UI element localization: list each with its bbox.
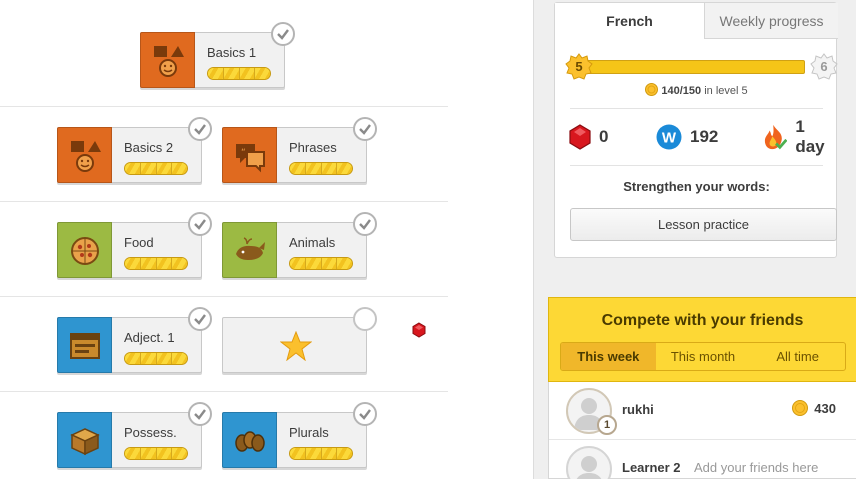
row-divider bbox=[0, 391, 448, 392]
current-level-number: 5 bbox=[575, 59, 583, 74]
compete-title: Compete with your friends bbox=[601, 312, 804, 329]
tab-all-time[interactable]: All time bbox=[750, 343, 845, 370]
flame-icon bbox=[764, 124, 788, 150]
compete-header: Compete with your friends This week This… bbox=[548, 297, 856, 382]
tab-this-month[interactable]: This month bbox=[656, 343, 751, 370]
skill-basics-2[interactable]: Basics 2 bbox=[57, 117, 212, 183]
coin-icon bbox=[792, 400, 809, 416]
check-icon bbox=[188, 212, 212, 236]
check-icon bbox=[271, 22, 295, 46]
words-count: W 192 bbox=[656, 122, 718, 152]
skill-label: Basics 1 bbox=[207, 45, 257, 60]
skill-adjectives[interactable]: Adject. 1 bbox=[57, 307, 212, 373]
friend-name: Learner 2 bbox=[622, 460, 681, 475]
next-level-badge: 6 bbox=[810, 53, 838, 81]
strength-bar bbox=[124, 257, 188, 270]
skill-label: Animals bbox=[289, 235, 336, 250]
strengthen-label: Strengthen your words: bbox=[623, 179, 770, 194]
check-icon bbox=[353, 402, 377, 426]
xp-progress: 140/150 in level 5 bbox=[555, 83, 838, 97]
strength-bar bbox=[289, 162, 353, 175]
friend-xp: 430 bbox=[792, 400, 836, 416]
strength-bar bbox=[289, 257, 353, 270]
strength-bar bbox=[124, 352, 188, 365]
sidebar: French Weekly progress 5 6 140/150 in le… bbox=[533, 0, 856, 479]
check-icon bbox=[353, 212, 377, 236]
bonus-skill-star[interactable] bbox=[222, 307, 426, 373]
skill-plurals[interactable]: Plurals bbox=[222, 402, 377, 468]
adjectives-icon bbox=[57, 317, 112, 373]
box-icon bbox=[57, 412, 112, 468]
tab-french[interactable]: French bbox=[555, 3, 704, 39]
check-icon bbox=[353, 117, 377, 141]
rank-badge: 1 bbox=[597, 415, 617, 435]
strength-bar bbox=[207, 67, 271, 80]
streak-count: 1 day bbox=[763, 117, 836, 156]
check-icon bbox=[188, 402, 212, 426]
skill-possessives[interactable]: Possess. bbox=[57, 402, 212, 468]
friend-row[interactable]: 1 rukhi 430 bbox=[549, 383, 856, 440]
basics-icon bbox=[57, 127, 112, 183]
pizza-icon bbox=[57, 222, 112, 278]
skill-animals[interactable]: Animals bbox=[222, 212, 377, 278]
progress-panel: French Weekly progress 5 6 140/150 in le… bbox=[554, 2, 838, 258]
strength-bar bbox=[124, 447, 188, 460]
check-icon bbox=[188, 307, 212, 331]
skill-food[interactable]: Food bbox=[57, 212, 212, 278]
level-progress-bar bbox=[575, 60, 805, 74]
check-icon bbox=[188, 117, 212, 141]
tab-weekly-progress[interactable]: Weekly progress bbox=[704, 3, 838, 39]
skill-label: Phrases bbox=[289, 140, 337, 155]
friend-name: rukhi bbox=[622, 402, 654, 417]
compete-panel: Compete with your friends This week This… bbox=[548, 297, 856, 479]
current-level-badge: 5 bbox=[565, 53, 593, 81]
skill-label: Possess. bbox=[124, 425, 177, 440]
skill-label: Adject. 1 bbox=[124, 330, 175, 345]
row-divider bbox=[0, 201, 448, 202]
skill-basics-1[interactable]: Basics 1 bbox=[140, 22, 295, 88]
xp-value: 140/150 bbox=[661, 85, 702, 97]
skill-phrases[interactable]: “ Phrases bbox=[222, 117, 377, 183]
strength-bar bbox=[124, 162, 188, 175]
words-icon: W bbox=[656, 124, 682, 150]
speech-bubble-icon: “ bbox=[222, 127, 277, 183]
coin-icon bbox=[645, 83, 659, 96]
add-friends-link[interactable]: Add your friends here bbox=[694, 460, 818, 475]
friend-row[interactable]: Learner 2 Add your friends here bbox=[549, 441, 856, 479]
avatar bbox=[566, 446, 612, 479]
gem-count: 0 bbox=[569, 122, 608, 152]
whale-icon bbox=[222, 222, 277, 278]
svg-text:“: “ bbox=[241, 148, 246, 158]
plurals-icon bbox=[222, 412, 277, 468]
period-tabs: This week This month All time bbox=[560, 342, 846, 371]
row-divider bbox=[0, 296, 448, 297]
skill-tree: Basics 1 Basics 2 “ Phrases Food Animals… bbox=[0, 0, 448, 479]
xp-suffix: in level 5 bbox=[704, 85, 748, 97]
skill-label: Basics 2 bbox=[124, 140, 174, 155]
skill-label: Plurals bbox=[289, 425, 329, 440]
divider bbox=[570, 108, 823, 109]
basics-icon bbox=[140, 32, 195, 88]
divider bbox=[570, 165, 823, 166]
lesson-practice-button[interactable]: Lesson practice bbox=[570, 208, 837, 241]
gem-badge-icon bbox=[353, 307, 426, 338]
skill-label: Food bbox=[124, 235, 154, 250]
svg-text:W: W bbox=[662, 130, 677, 147]
strength-bar bbox=[289, 447, 353, 460]
tab-this-week[interactable]: This week bbox=[561, 343, 656, 370]
star-icon bbox=[280, 331, 312, 361]
gem-icon bbox=[569, 124, 591, 150]
next-level-number: 6 bbox=[820, 59, 828, 74]
row-divider bbox=[0, 106, 448, 107]
